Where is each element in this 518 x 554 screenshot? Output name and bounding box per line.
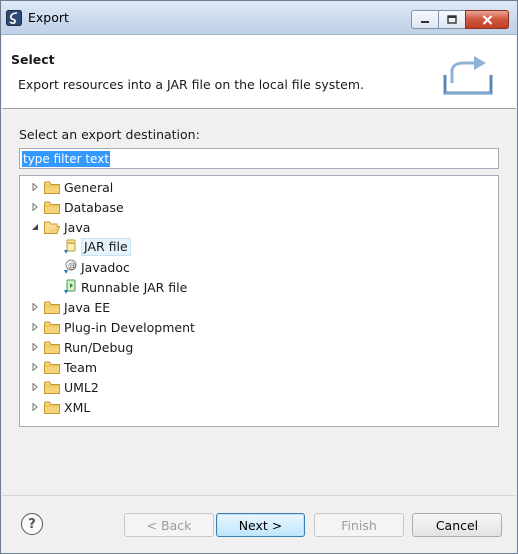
folder-icon: [44, 301, 60, 314]
folder-icon: [44, 181, 60, 194]
tree-item-java[interactable]: Java: [30, 217, 90, 237]
tree-item-general[interactable]: General: [30, 177, 113, 197]
javadoc-icon: @: [64, 259, 77, 274]
tree-item-label: Team: [64, 359, 98, 375]
close-icon: [482, 14, 492, 25]
runnable-jar-icon: [64, 279, 76, 294]
window-title: Export: [28, 10, 69, 25]
expand-arrow-icon[interactable]: [30, 202, 40, 212]
tree-item-runnable-jar-file[interactable]: Runnable JAR file: [63, 277, 187, 297]
tree-item-label: Run/Debug: [64, 339, 134, 355]
tree-item-label: Runnable JAR file: [81, 279, 188, 295]
help-icon: ?: [28, 516, 36, 532]
cancel-button[interactable]: Cancel: [412, 513, 502, 537]
minimize-icon: [421, 20, 429, 23]
back-button[interactable]: < Back: [124, 513, 214, 537]
minimize-button[interactable]: [411, 10, 439, 29]
tree-item-jar-file[interactable]: JAR file: [63, 237, 131, 257]
export-wizard-icon: [443, 56, 493, 95]
tree-item-label: Java EE: [64, 299, 111, 315]
folder-icon: [44, 321, 60, 334]
jar-file-icon: [64, 239, 76, 254]
tree-item-label: General: [64, 179, 114, 195]
export-dialog: Export Select Export resources into a JA…: [0, 0, 518, 554]
tree-item-label: JAR file: [81, 238, 131, 256]
tree-item-xml[interactable]: XML: [30, 397, 90, 417]
tree-item-team[interactable]: Team: [30, 357, 97, 377]
filter-input-text: type filter text: [22, 150, 111, 167]
next-button[interactable]: Next >: [216, 513, 305, 537]
expand-arrow-icon[interactable]: [30, 322, 40, 332]
folder-icon: [44, 381, 60, 394]
expand-arrow-icon[interactable]: [30, 382, 40, 392]
tree-item-javadoc[interactable]: @ Javadoc: [63, 257, 130, 277]
tree-item-uml2[interactable]: UML2: [30, 377, 99, 397]
close-button[interactable]: [465, 10, 509, 29]
export-destination-tree[interactable]: General Database Java JAR file @ Javadoc…: [19, 175, 499, 427]
collapse-arrow-icon[interactable]: [30, 222, 40, 232]
destination-label: Select an export destination:: [19, 127, 200, 142]
folder-icon: [44, 201, 60, 214]
tree-item-database[interactable]: Database: [30, 197, 124, 217]
tree-item-label: Javadoc: [81, 259, 130, 275]
eclipse-app-icon: [6, 10, 22, 26]
tree-item-label: Database: [64, 199, 124, 215]
expand-arrow-icon[interactable]: [30, 362, 40, 372]
finish-button[interactable]: Finish: [314, 513, 404, 537]
window-controls: [411, 10, 509, 29]
expand-arrow-icon[interactable]: [30, 342, 40, 352]
tree-item-label: XML: [64, 399, 91, 415]
maximize-icon: [447, 15, 457, 24]
footer-divider: [2, 495, 516, 496]
title-bar[interactable]: Export: [1, 1, 517, 35]
tree-item-run-debug[interactable]: Run/Debug: [30, 337, 133, 357]
tree-item-java-ee[interactable]: Java EE: [30, 297, 110, 317]
folder-icon: [44, 341, 60, 354]
tree-item-plug-in-development[interactable]: Plug-in Development: [30, 317, 195, 337]
folder-icon: [44, 401, 60, 414]
expand-arrow-icon[interactable]: [30, 402, 40, 412]
page-title: Select: [11, 52, 55, 67]
page-description: Export resources into a JAR file on the …: [18, 77, 364, 92]
svg-text:@: @: [68, 261, 76, 270]
maximize-button[interactable]: [438, 10, 466, 29]
folder-open-icon: [44, 221, 60, 234]
folder-icon: [44, 361, 60, 374]
expand-arrow-icon[interactable]: [30, 302, 40, 312]
filter-input[interactable]: type filter text: [19, 148, 499, 169]
tree-item-label: Plug-in Development: [64, 319, 195, 335]
wizard-header: Select Export resources into a JAR file …: [2, 35, 516, 109]
help-button[interactable]: ?: [21, 513, 43, 535]
tree-item-label: Java: [64, 219, 91, 235]
expand-arrow-icon[interactable]: [30, 182, 40, 192]
tree-item-label: UML2: [64, 379, 99, 395]
